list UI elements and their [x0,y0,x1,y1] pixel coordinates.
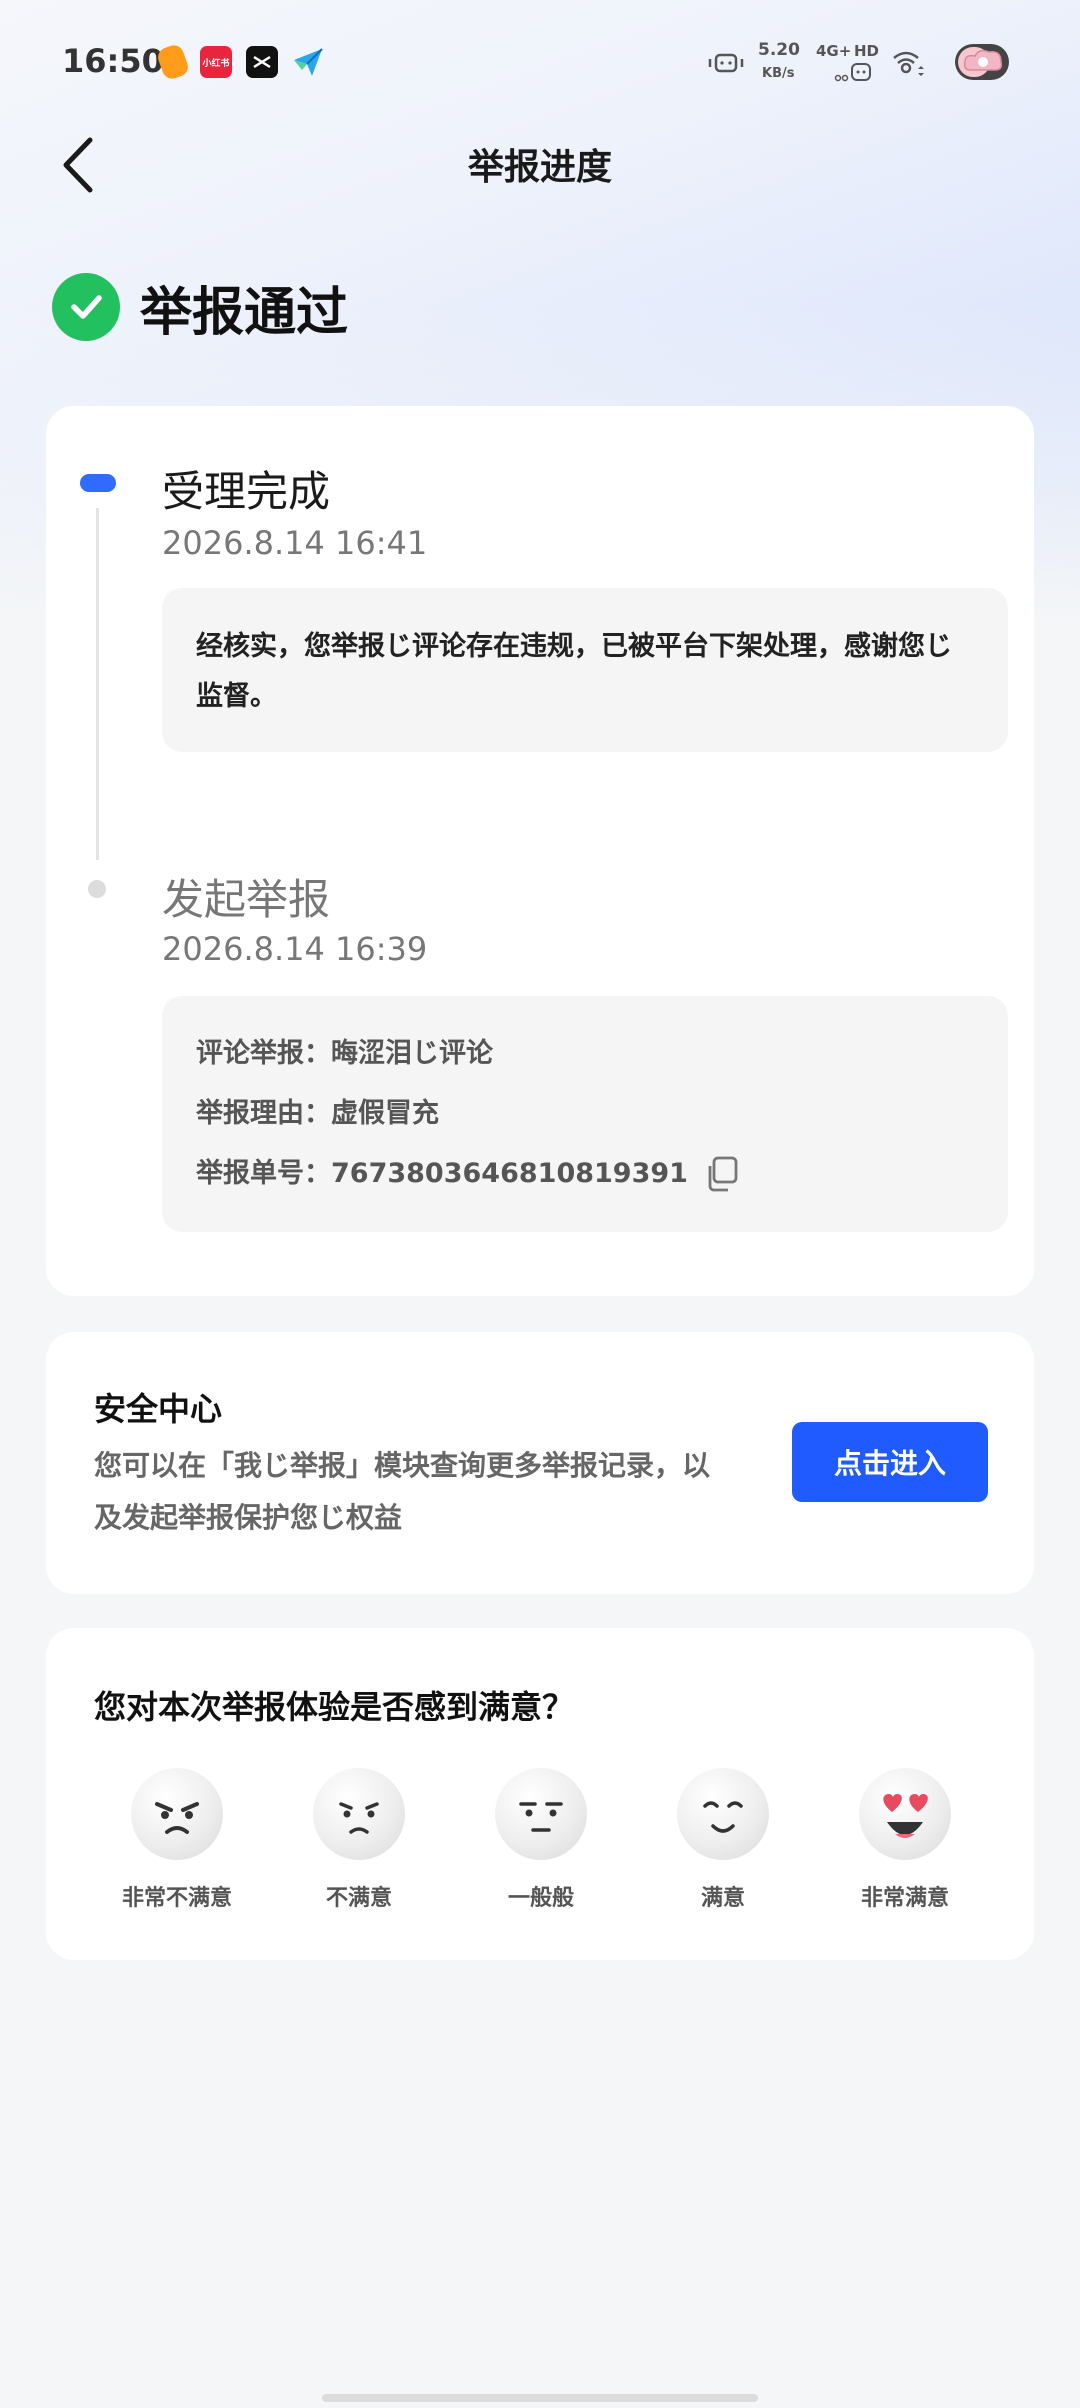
rating-neutral[interactable]: 一般般 [450,1768,632,1912]
vibrate-icon [708,52,744,78]
rating-label: 非常不满意 [121,1886,232,1911]
result-message: 经核实，您举报じ评论存在违规，已被平台下架处理，感谢您じ监督。 [196,631,952,712]
safety-center-description: 您可以在「我じ举报」模块查询更多举报记录，以及发起举报保护您じ权益 [94,1449,711,1534]
rating-unsatisfied[interactable]: 不满意 [268,1768,450,1912]
rating-label: 非常满意 [860,1886,949,1911]
report-type-label: 评论举报： [196,1038,331,1069]
enter-safety-center-button[interactable]: 点击进入 [792,1422,988,1502]
progress-timeline-card: 受理完成 2026.8.14 16:41 经核实，您举报じ评论存在违规，已被平台… [46,406,1034,1296]
notification-icons: 小红书 [155,42,324,82]
satisfaction-survey-card: 您对本次举报体验是否感到满意？ 非常不满意 不满意 一般般 满意 非常满意 [46,1628,1034,1960]
step-title-processed: 受理完成 [162,467,331,516]
rating-very-satisfied[interactable]: 非常满意 [814,1768,996,1912]
report-reason-row: 举报理由： 虚假冒充 [196,1084,974,1144]
timeline-dot-inactive [88,880,106,898]
rating-options: 非常不满意 不满意 一般般 满意 非常满意 [86,1768,996,1912]
home-indicator[interactable] [322,2394,758,2402]
wifi-icon [890,46,926,86]
report-type-value: 晦涩泪じ评论 [331,1038,493,1069]
page-title: 举报进度 [467,147,612,188]
report-id-value: 7673803646810819391 [331,1158,688,1189]
rating-satisfied[interactable]: 满意 [632,1768,814,1912]
unsatisfied-face-icon [313,1768,405,1860]
report-id-row: 举报单号： 7673803646810819391 [196,1144,974,1204]
rating-label: 不满意 [325,1886,392,1911]
app-icon-1 [155,42,191,82]
survey-question: 您对本次举报体验是否感到满意？ [94,1688,575,1726]
timeline-dot-active [80,474,116,492]
very-satisfied-face-icon [859,1768,951,1860]
rating-label: 满意 [700,1886,745,1911]
result-status: 举报通过 [52,272,349,343]
step-time-submitted: 2026.8.14 16:39 [162,930,428,968]
report-details-box: 评论举报： 晦涩泪じ评论 举报理由： 虚假冒充 举报单号： 7673803646… [162,996,1008,1232]
timeline-line [96,508,99,860]
report-type-row: 评论举报： 晦涩泪じ评论 [196,1024,974,1084]
report-reason-value: 虚假冒充 [331,1098,439,1129]
status-time: 16:50 [62,42,164,80]
battery-icon [955,44,1009,80]
result-message-box: 经核实，您举报じ评论存在违规，已被平台下架处理，感谢您じ监督。 [162,588,1008,752]
step-title-submitted: 发起举报 [162,875,331,924]
safety-center-title: 安全中心 [94,1390,223,1428]
capcut-icon [246,46,278,78]
result-text: 举报通过 [140,282,349,343]
status-bar: 16:50 小红书 5.20 KB/s 4G+ HD [0,0,1080,120]
very-unsatisfied-face-icon [131,1768,223,1860]
safety-center-card: 安全中心 您可以在「我じ举报」模块查询更多举报记录，以及发起举报保护您じ权益 点… [46,1332,1034,1594]
report-id-label: 举报单号： [196,1158,331,1189]
neutral-face-icon [495,1768,587,1860]
paper-plane-icon [292,46,324,78]
report-reason-label: 举报理由： [196,1098,331,1129]
hd-label: HD [854,42,880,60]
rating-very-unsatisfied[interactable]: 非常不满意 [86,1768,268,1912]
xiaohongshu-icon: 小红书 [200,46,232,78]
rating-label: 一般般 [507,1886,574,1911]
net-speed-unit: KB/s [762,66,795,81]
step-time-processed: 2026.8.14 16:41 [162,524,428,562]
satisfied-face-icon [677,1768,769,1860]
net-speed: 5.20 [758,40,800,60]
signal-bars-icon [834,60,874,86]
copy-icon[interactable] [702,1154,742,1194]
check-circle-icon [52,273,120,341]
signal-type: 4G+ [816,42,852,60]
